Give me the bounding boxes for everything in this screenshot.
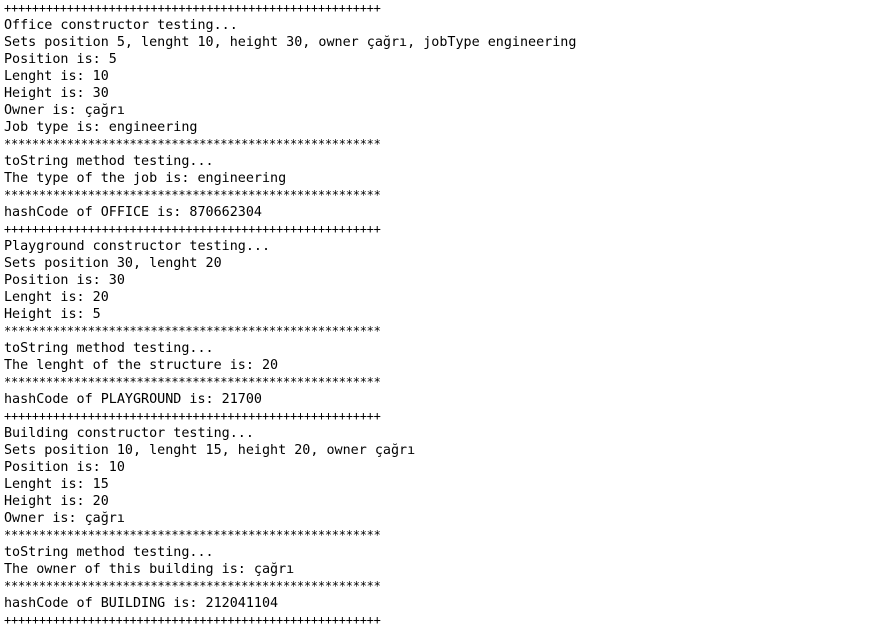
output-line: Sets position 30, lenght 20	[4, 256, 222, 271]
output-line: Position is: 5	[4, 52, 117, 67]
output-line: Playground constructor testing...	[4, 239, 271, 254]
output-line: Job type is: engineering	[4, 120, 198, 135]
output-line: Height is: 20	[4, 494, 109, 509]
output-line: Height is: 5	[4, 307, 101, 322]
separator-plus-line: ++++++++++++++++++++++++++++++++++++++++…	[4, 409, 381, 423]
separator-plus-line: ++++++++++++++++++++++++++++++++++++++++…	[4, 613, 381, 627]
output-line: The lenght of the structure is: 20	[4, 358, 279, 373]
output-line: Position is: 30	[4, 273, 125, 288]
output-line: hashCode of OFFICE is: 870662304	[4, 205, 262, 220]
output-line: The owner of this building is: çağrı	[4, 562, 295, 577]
output-line: Owner is: çağrı	[4, 511, 125, 526]
output-line: The type of the job is: engineering	[4, 171, 287, 186]
separator-star-line: ****************************************…	[4, 324, 381, 338]
output-line: toString method testing...	[4, 154, 214, 169]
output-line: Lenght is: 10	[4, 69, 109, 84]
output-line: Height is: 30	[4, 86, 109, 101]
separator-star-line: ****************************************…	[4, 375, 381, 389]
separator-plus-line: ++++++++++++++++++++++++++++++++++++++++…	[4, 222, 381, 236]
output-line: Lenght is: 15	[4, 477, 109, 492]
output-line: Lenght is: 20	[4, 290, 109, 305]
separator-plus-line: ++++++++++++++++++++++++++++++++++++++++…	[4, 1, 381, 15]
separator-star-line: ****************************************…	[4, 528, 381, 542]
output-line: Sets position 10, lenght 15, height 20, …	[4, 443, 416, 458]
output-line: Position is: 10	[4, 460, 125, 475]
output-line: Owner is: çağrı	[4, 103, 125, 118]
separator-star-line: ****************************************…	[4, 188, 381, 202]
output-line: hashCode of BUILDING is: 212041104	[4, 596, 279, 611]
output-line: toString method testing...	[4, 545, 214, 560]
console-output: ++++++++++++++++++++++++++++++++++++++++…	[0, 0, 891, 630]
output-line: toString method testing...	[4, 341, 214, 356]
output-line: Sets position 5, lenght 10, height 30, o…	[4, 35, 577, 50]
separator-star-line: ****************************************…	[4, 137, 381, 151]
output-line: Building constructor testing...	[4, 426, 254, 441]
output-line: Office constructor testing...	[4, 18, 238, 33]
separator-star-line: ****************************************…	[4, 579, 381, 593]
output-line: hashCode of PLAYGROUND is: 21700	[4, 392, 262, 407]
